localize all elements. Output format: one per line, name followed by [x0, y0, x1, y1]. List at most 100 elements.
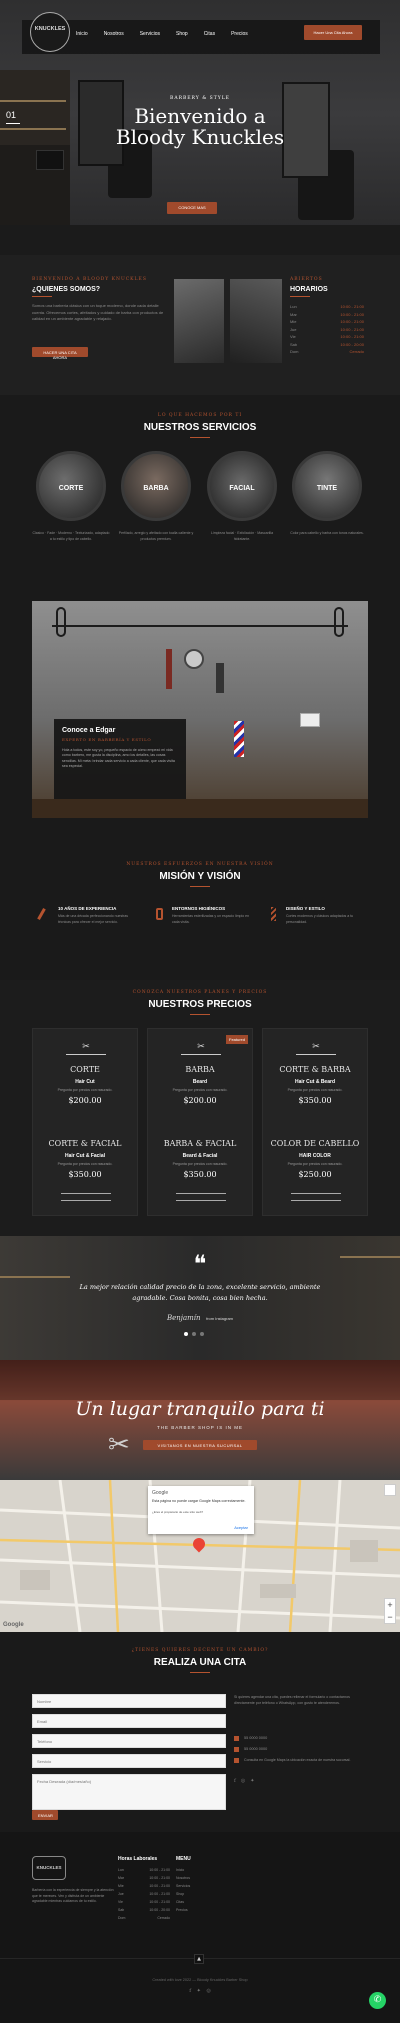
nav-item-servicios[interactable]: Servicios	[140, 31, 160, 37]
social-icons: f ◎ ✦	[234, 1778, 254, 1784]
hours-row: Vie 10:00 - 21:00	[290, 333, 364, 341]
nav-cta-button[interactable]: Hacer Una Cita Ahora	[304, 25, 362, 40]
location-icon	[234, 1758, 239, 1763]
name-field[interactable]	[32, 1694, 226, 1708]
scroll-top-button[interactable]: ▲	[194, 1954, 204, 1964]
nav-item-inicio[interactable]: Inicio	[76, 31, 88, 37]
scissors-ornament-icon: ✂	[181, 1041, 221, 1055]
service-field[interactable]	[32, 1754, 226, 1768]
hours-time: 10:00 - 21:00	[340, 304, 364, 309]
edgar-title: Conoce a Edgar	[62, 727, 116, 734]
service-desc: Limpieza facial · Exfoliación · Mascaril…	[210, 531, 274, 541]
barber-pole-icon	[271, 907, 276, 921]
price-desc: Pregunta por precios con rasurado.	[287, 1162, 343, 1166]
price-value: $200.00	[183, 1096, 217, 1105]
service-desc: Clasico · Fade · Moderno · Texturizado, …	[32, 531, 110, 541]
price-desc: Pregunta por precios con rasurado.	[172, 1088, 228, 1092]
map-zoom-out[interactable]: −	[385, 1611, 395, 1623]
mission-underline	[190, 886, 210, 887]
map-fullscreen-button[interactable]	[384, 1484, 396, 1496]
facebook-icon[interactable]: f	[189, 1988, 191, 1994]
footer-hours-time: Cerrado	[157, 1916, 170, 1920]
service-corte[interactable]: CORTE	[36, 451, 106, 521]
map-dialog-question: ¿Eres el propietario de este sitio web?	[152, 1510, 204, 1514]
footer-hours-time: 10:00 - 21:00	[149, 1884, 170, 1888]
map-section[interactable]: Google Esta página no puede cargar Googl…	[0, 1480, 400, 1632]
appointment-info: Si quieres agendar una cita, puedes rell…	[234, 1695, 350, 1705]
mission-item-title: 10 AÑOS DE EXPERIENCIA	[58, 906, 117, 911]
service-label: BARBA	[143, 485, 169, 492]
price-desc: Pregunta por precios con rasurado.	[57, 1088, 113, 1092]
carousel-dot[interactable]	[200, 1332, 204, 1336]
map-zoom-in[interactable]: +	[385, 1599, 395, 1611]
nav-item-precios[interactable]: Precios	[231, 31, 248, 37]
mission-item-title: ENTORNOS HIGIÉNICOS	[172, 906, 226, 911]
footer-hours-row: Dom Cerrado	[118, 1916, 170, 1920]
twitter-icon[interactable]: ✦	[197, 1988, 201, 1994]
footer-menu-nosotros[interactable]: Nosotros	[176, 1876, 190, 1880]
contact-phone-2: 55 0000 0000	[244, 1747, 268, 1751]
instagram-icon[interactable]: ◎	[206, 1988, 210, 1994]
footer-hours-time: 10:00 - 21:00	[149, 1876, 170, 1880]
footer-hours-time: 10:00 - 21:00	[149, 1868, 170, 1872]
date-message-field[interactable]	[32, 1774, 226, 1810]
carousel-dot[interactable]	[192, 1332, 196, 1336]
map-dialog-accept[interactable]: Aceptar	[234, 1525, 248, 1530]
banner-button[interactable]: VISITANOS EN NUESTRA SUCURSAL	[143, 1440, 257, 1450]
barber-pole-icon	[234, 721, 244, 757]
footer-menu-inicio[interactable]: Inicio	[176, 1868, 184, 1872]
bottle-icon	[156, 908, 163, 920]
footer-menu-servicios[interactable]: Servicios	[176, 1884, 190, 1888]
about-cta-button[interactable]: HACER UNA CITA AHORA	[32, 347, 88, 360]
facebook-icon[interactable]: f	[234, 1778, 236, 1784]
footer-logo-text: KNUCKLES	[36, 1865, 62, 1870]
phone-field[interactable]	[32, 1734, 226, 1748]
testimonial-quote: La mejor relación calidad precio de la z…	[79, 1283, 321, 1302]
carousel-dots[interactable]	[184, 1332, 204, 1336]
service-desc: Perfilado, arreglo y afeitado con toalla…	[118, 531, 194, 541]
price-title: CORTE & BARBA	[279, 1065, 351, 1074]
appointment-kicker: ¿TIENES QUIERES DECENTE UN CAMBIO?	[131, 1648, 269, 1653]
contact-address: Consulta en Google Maps la ubicación exa…	[244, 1758, 351, 1762]
twitter-icon[interactable]: ✦	[250, 1778, 254, 1784]
hours-time: 10:00 - 21:00	[340, 334, 364, 339]
footer-menu-shop[interactable]: Shop	[176, 1892, 184, 1896]
about-heading: ¿QUIENES SOMOS?	[32, 286, 101, 293]
footer-about: Barbería con la experiencia de siempre y…	[32, 1888, 114, 1903]
about-photo-2	[230, 279, 282, 363]
submit-button[interactable]: ENVIAR	[32, 1810, 58, 1820]
logo[interactable]: KNUCKLES	[30, 12, 70, 52]
about-section: BIENVENIDO A BLOODY KNUCKLES ¿QUIENES SO…	[0, 255, 400, 395]
email-field[interactable]	[32, 1714, 226, 1728]
laptop	[36, 150, 64, 170]
prices-section: CONOZCA NUESTROS PLANES Y PRECIOS NUESTR…	[0, 980, 400, 1236]
nav-item-shop[interactable]: Shop	[176, 31, 188, 37]
footer-logo[interactable]: KNUCKLES	[32, 1856, 66, 1880]
service-barba[interactable]: BARBA	[121, 451, 191, 521]
service-tinte[interactable]: TINTE	[292, 451, 362, 521]
hours-time: 10:00 - 21:00	[340, 319, 364, 324]
service-facial[interactable]: FACIAL	[207, 451, 277, 521]
hours-heading: HORARIOS	[290, 286, 328, 293]
hours-day: Mar	[290, 311, 297, 317]
edgar-card: Conoce a Edgar EXPERTO EN BARBERÍA Y EST…	[54, 719, 186, 799]
carousel-dot[interactable]	[184, 1332, 188, 1336]
instagram-icon[interactable]: ◎	[241, 1778, 245, 1784]
hours-day: Dom	[290, 349, 299, 354]
price-title: BARBA & FACIAL	[163, 1139, 237, 1148]
shelf-rod	[52, 625, 348, 627]
nav-item-nosotros[interactable]: Nosotros	[104, 31, 124, 37]
service-desc: Color para cabello y barba con tonos nat…	[290, 531, 364, 535]
edgar-subtitle: EXPERTO EN BARBERÍA Y ESTILO	[62, 737, 152, 742]
footer-menu-precios[interactable]: Precios	[176, 1908, 188, 1912]
hero-button[interactable]: CONOCE MAS	[167, 202, 217, 214]
footer-menu-citas[interactable]: Citas	[176, 1900, 184, 1904]
nav-menu: Inicio Nosotros Servicios Shop Citas Pre…	[76, 31, 248, 37]
hours-day: Lun	[290, 304, 297, 309]
prices-underline	[190, 1014, 210, 1015]
footer-copyright: Created with love 2022 — Bloody Knuckles…	[152, 1978, 248, 1982]
whatsapp-floating-button[interactable]: ✆	[369, 1992, 386, 2009]
footer: KNUCKLES Barbería con la experiencia de …	[0, 1832, 400, 2023]
nav-item-citas[interactable]: Citas	[204, 31, 215, 37]
hours-row: Mie 10:00 - 21:00	[290, 318, 364, 326]
